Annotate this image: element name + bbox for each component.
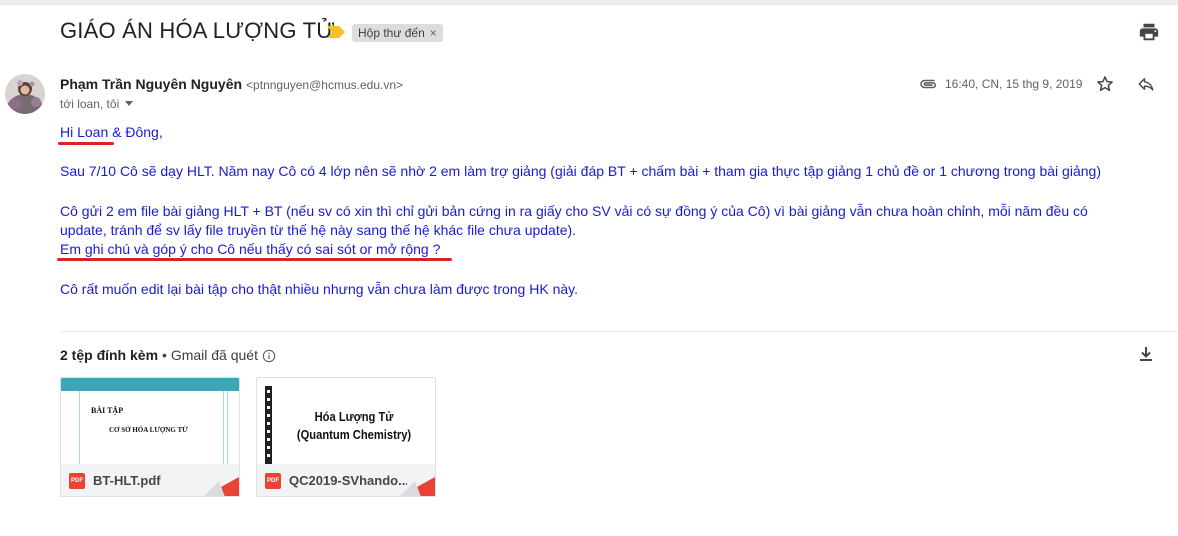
greeting-underline-annotation [58,142,114,145]
preview-title: BÀI TẬP [91,406,124,415]
download-icon[interactable] [1137,345,1155,363]
email-subject: GIÁO ÁN HÓA LƯỢNG TỬ [60,18,336,43]
attachment-footer: PDF QC2019-SVhando... [257,464,435,496]
preview-header-band [61,378,239,391]
reply-icon[interactable] [1136,75,1156,93]
email-greeting: Hi Loan & Đông, [60,124,163,140]
preview-spine-strip [265,386,272,464]
attachment-filename: BT-HLT.pdf [93,473,161,488]
page-fold-icon [204,477,239,496]
email-paragraph-2-line-1: Cô gửi 2 em file bài giảng HLT + BT (nếu… [60,203,1088,219]
printer-icon[interactable] [1138,21,1160,43]
preview-title: Hóa Lượng Tử [314,409,394,424]
page-fold-icon [400,477,435,496]
paperclip-icon [920,79,937,89]
attachment-card[interactable]: Hóa Lượng Tử (Quantum Chemistry) PDF QC2… [256,377,436,497]
recipients-dropdown-icon[interactable] [125,101,134,106]
sender-name[interactable]: Phạm Trần Nguyên Nguyên [60,76,242,92]
email-paragraph-1: Sau 7/10 Cô sẽ dạy HLT. Năm nay Cô có 4 … [60,163,1101,179]
inbox-label-chip[interactable]: Hộp thư đến × [352,24,443,42]
attachments-count: 2 tệp đính kèm [60,347,159,363]
attachment-preview: Hóa Lượng Tử (Quantum Chemistry) [257,378,435,464]
remove-label-button[interactable]: × [430,26,437,40]
email-paragraph-3: Cô rất muốn edit lại bài tập cho thật nh… [60,281,578,297]
inbox-label-text: Hộp thư đến [358,26,425,40]
attachment-preview: BÀI TẬP CƠ SỞ HÓA LƯỢNG TỬ [61,378,239,464]
importance-marker-icon[interactable] [327,26,345,38]
attachments-header: 2 tệp đính kèm • Gmail đã quét [60,347,276,363]
request-underline-annotation [57,258,452,261]
star-icon[interactable] [1095,74,1115,94]
attachment-card[interactable]: BÀI TẬP CƠ SỞ HÓA LƯỢNG TỬ PDF BT-HLT.pd… [60,377,240,497]
gmail-scan-note: • Gmail đã quét [162,347,258,363]
sender-line: Phạm Trần Nguyên Nguyên <ptnnguyen@hcmus.… [60,76,403,92]
preview-subtitle: (Quantum Chemistry) [296,427,412,442]
sender-avatar[interactable] [5,74,45,114]
pdf-file-icon: PDF [265,473,281,489]
top-border [0,0,1178,5]
sender-email: <ptnnguyen@hcmus.edu.vn> [246,78,404,92]
preview-subtitle: CƠ SỞ HÓA LƯỢNG TỬ [109,426,188,434]
email-date: 16:40, CN, 15 thg 9, 2019 [945,77,1083,91]
recipients-line: tới loan, tôi [60,97,134,111]
preview-margin-line [79,391,80,464]
info-icon[interactable] [262,349,276,363]
preview-margin-line [227,391,228,464]
recipients-text: tới loan, tôi [60,97,120,111]
attachments-divider [60,331,1178,332]
preview-margin-line [223,391,224,464]
attachment-footer: PDF BT-HLT.pdf [61,464,239,496]
email-paragraph-2-line-2: update, tránh để sv lấy file truyền từ t… [60,222,577,238]
email-paragraph-2-line-3: Em ghi chú và góp ý cho Cô nếu thấy có s… [60,241,441,257]
attachment-filename: QC2019-SVhando... [289,473,407,488]
preview-title-block: Hóa Lượng Tử (Quantum Chemistry) [277,408,431,444]
pdf-file-icon: PDF [69,473,85,489]
